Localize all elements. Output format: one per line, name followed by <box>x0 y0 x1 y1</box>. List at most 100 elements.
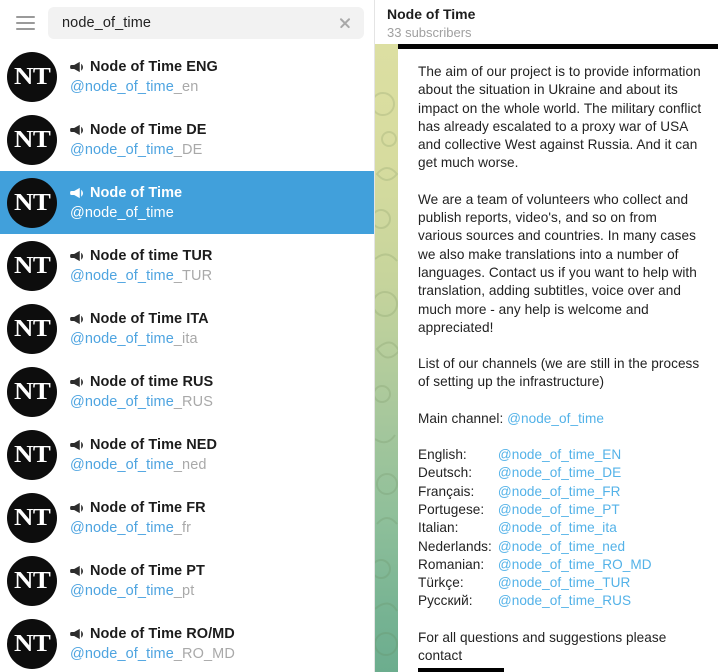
channel-link-row: Deutsch: @node_of_time_DE <box>418 464 652 482</box>
megaphone-icon <box>70 439 84 451</box>
avatar-initials: NT <box>13 315 51 342</box>
avatar: NT <box>7 492 57 543</box>
channel-handle-link[interactable]: @node_of_time_PT <box>498 501 652 519</box>
handle-matched-part: @node_of_time <box>70 204 174 221</box>
channel-link-row: English: @node_of_time_EN <box>418 446 652 464</box>
telegram-window: node_of_time NT Node of Time ENG @node_of_… <box>0 0 718 672</box>
search-result-handle: @node_of_time_en <box>70 79 364 95</box>
handle-matched-part: @node_of_time <box>70 330 174 347</box>
search-result-title-line: Node of Time ENG <box>70 59 364 75</box>
search-result-title: Node of Time PT <box>90 562 205 579</box>
main-channel-link[interactable]: @node_of_time <box>507 411 604 426</box>
channel-handle-link[interactable]: @node_of_time_ita <box>498 519 652 537</box>
message-paragraph-1: The aim of our project is to provide inf… <box>418 64 702 171</box>
avatar-initials: NT <box>13 630 51 657</box>
message-text: The aim of our project is to provide inf… <box>418 63 702 672</box>
chat-message-area: The aim of our project is to provide inf… <box>375 44 718 672</box>
channel-handle-link[interactable]: @node_of_time_RUS <box>498 592 652 610</box>
avatar: NT <box>7 51 57 102</box>
search-result-title: Node of Time FR <box>90 499 206 516</box>
search-result-row[interactable]: NT Node of Time NED @node_of_time_ned <box>0 423 374 486</box>
channel-link-row: Türkçe: @node_of_time_TUR <box>418 574 652 592</box>
channel-link-row: Français: @node_of_time_FR <box>418 483 652 501</box>
chat-header[interactable]: Node of Time 33 subscribers <box>375 0 718 44</box>
channel-handle-link[interactable]: @node_of_time_ned <box>498 538 652 556</box>
search-result-row[interactable]: NT Node of Time ENG @node_of_time_en <box>0 45 374 108</box>
handle-matched-part: @node_of_time <box>70 519 174 536</box>
avatar: NT <box>7 618 57 669</box>
channel-language-label: Italian: <box>418 520 459 536</box>
handle-matched-part: @node_of_time <box>70 267 174 284</box>
channel-handle-link[interactable]: @node_of_time_TUR <box>498 574 652 592</box>
handle-suffix: _ita <box>173 330 198 347</box>
channel-handle-link[interactable]: @node_of_time_RO_MD <box>498 556 652 574</box>
search-results-list[interactable]: NT Node of Time ENG @node_of_time_en NT Node… <box>0 45 374 672</box>
channel-language-label: Portugese: <box>418 501 485 517</box>
search-result-body: Node of Time FR @node_of_time_fr <box>70 500 364 536</box>
message-paragraph-3: List of our channels (we are still in th… <box>418 356 700 390</box>
channel-language-label: Français: <box>418 483 475 499</box>
channel-handle-link[interactable]: @node_of_time_FR <box>498 483 652 501</box>
channel-language-label: Türkçe: <box>418 575 464 591</box>
search-result-row[interactable]: NT Node of time TUR @node_of_time_TUR <box>0 234 374 297</box>
search-result-body: Node of Time @node_of_time <box>70 185 364 221</box>
avatar-initials: NT <box>13 126 51 153</box>
search-result-body: Node of Time PT @node_of_time_pt <box>70 563 364 599</box>
channel-handle-link[interactable]: @node_of_time_EN <box>498 446 652 464</box>
channel-language-label: English: <box>418 447 467 463</box>
search-result-row[interactable]: NT Node of Time ITA @node_of_time_ita <box>0 297 374 360</box>
search-result-title-line: Node of time RUS <box>70 374 364 390</box>
search-result-row[interactable]: NT Node of time RUS @node_of_time_RUS <box>0 360 374 423</box>
redacted-contact-handle <box>418 668 504 672</box>
search-result-title-line: Node of time TUR <box>70 248 364 264</box>
search-result-row[interactable]: NT Node of Time DE @node_of_time_DE <box>0 108 374 171</box>
avatar: NT <box>7 366 57 417</box>
search-result-row[interactable]: NT Node of Time @node_of_time <box>0 171 374 234</box>
avatar-initials: NT <box>13 441 51 468</box>
avatar: NT <box>7 303 57 354</box>
search-result-handle: @node_of_time_RUS <box>70 394 364 410</box>
search-result-row[interactable]: NT Node of Time RO/MD @node_of_time_RO_MD <box>0 612 374 672</box>
close-icon[interactable] <box>332 10 358 36</box>
search-input[interactable]: node_of_time <box>48 6 364 39</box>
channel-link-row: Русский: @node_of_time_RUS <box>418 592 652 610</box>
contact-text: For all questions and suggestions please… <box>418 629 667 664</box>
search-result-handle: @node_of_time_ned <box>70 457 364 473</box>
channel-link-row: Italian: @node_of_time_ita <box>418 519 652 537</box>
handle-matched-part: @node_of_time <box>70 456 174 473</box>
handle-matched-part: @node_of_time <box>70 141 174 158</box>
search-result-body: Node of Time RO/MD @node_of_time_RO_MD <box>70 626 364 662</box>
channel-description-message[interactable]: The aim of our project is to provide inf… <box>398 44 718 672</box>
handle-matched-part: @node_of_time <box>70 78 174 95</box>
search-bar: node_of_time <box>0 0 374 45</box>
search-result-row[interactable]: NT Node of Time FR @node_of_time_fr <box>0 486 374 549</box>
handle-suffix: _RUS <box>173 393 213 410</box>
search-result-title: Node of Time RO/MD <box>90 625 235 642</box>
hamburger-menu-icon[interactable] <box>8 6 42 40</box>
hamburger-line <box>15 27 35 30</box>
search-result-title: Node of Time ENG <box>90 58 218 75</box>
chat-title: Node of Time <box>387 6 476 23</box>
megaphone-icon <box>70 502 84 514</box>
megaphone-icon <box>70 124 84 136</box>
search-result-handle: @node_of_time_fr <box>70 520 364 536</box>
channel-link-row: Portugese: @node_of_time_PT <box>418 501 652 519</box>
megaphone-icon <box>70 628 84 640</box>
chat-subscriber-count: 33 subscribers <box>387 24 472 40</box>
channel-language-label: Romanian: <box>418 556 485 572</box>
channel-handle-link[interactable]: @node_of_time_DE <box>498 464 652 482</box>
handle-suffix: _en <box>173 78 199 95</box>
avatar-initials: NT <box>13 252 51 279</box>
megaphone-icon <box>70 565 84 577</box>
search-result-body: Node of time RUS @node_of_time_RUS <box>70 374 364 410</box>
avatar-initials: NT <box>13 504 51 531</box>
handle-matched-part: @node_of_time <box>70 393 174 410</box>
avatar-initials: NT <box>13 567 51 594</box>
handle-matched-part: @node_of_time <box>70 645 174 662</box>
message-paragraph-2: We are a team of volunteers who collect … <box>418 191 697 335</box>
search-result-body: Node of Time DE @node_of_time_DE <box>70 122 364 158</box>
search-result-row[interactable]: NT Node of Time PT @node_of_time_pt <box>0 549 374 612</box>
search-result-title: Node of Time NED <box>90 436 218 453</box>
search-result-body: Node of Time ITA @node_of_time_ita <box>70 311 364 347</box>
channel-link-row: Romanian: @node_of_time_RO_MD <box>418 556 652 574</box>
